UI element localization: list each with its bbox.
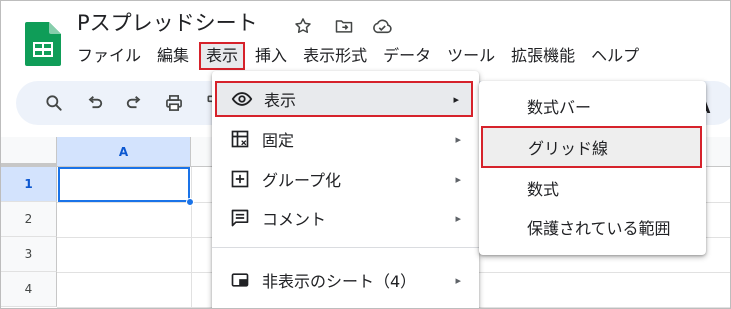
fill-handle[interactable]: [186, 198, 194, 206]
row-header-1[interactable]: 1: [1, 167, 57, 202]
column-header-a[interactable]: A: [57, 137, 191, 167]
view-menu-item-show[interactable]: 表示 ▸: [215, 81, 473, 117]
view-menu-item-comments[interactable]: コメント ▸: [212, 199, 479, 237]
menu-bar: ファイル 編集 表示 挿入 表示形式 データ ツール 拡張機能 ヘルプ: [69, 41, 647, 71]
menu-insert[interactable]: 挿入: [247, 42, 295, 70]
submenu-arrow-icon: ▸: [453, 92, 459, 106]
document-title[interactable]: Pスプレッドシート: [77, 10, 258, 36]
submenu-item-gridlines[interactable]: グリッド線: [481, 126, 702, 168]
freeze-icon: [229, 128, 251, 150]
submenu-item-label: グリッド線: [528, 139, 609, 158]
view-menu-item-label: 表示: [264, 91, 297, 110]
view-menu-item-label: 非表示のシート（4）: [262, 272, 417, 291]
menu-view[interactable]: 表示: [199, 42, 246, 70]
menu-help[interactable]: ヘルプ: [583, 42, 647, 70]
comment-icon: [229, 207, 251, 229]
view-menu-item-label: 固定: [262, 131, 295, 150]
row-header-2[interactable]: 2: [1, 202, 57, 237]
view-menu-item-hidden-sheets[interactable]: 非表示のシート（4） ▸: [212, 261, 479, 299]
show-submenu: 数式バー グリッド線 数式 保護されている範囲: [479, 81, 706, 255]
submenu-arrow-icon: ▸: [455, 132, 461, 146]
cloud-saved-icon[interactable]: [370, 14, 394, 38]
column-divider: [191, 167, 192, 308]
row-header-4[interactable]: 4: [1, 272, 57, 307]
select-all-corner[interactable]: [1, 137, 57, 167]
view-menu-item-freeze[interactable]: 固定 ▸: [212, 120, 479, 158]
submenu-item-formulas[interactable]: 数式: [479, 169, 706, 207]
menu-extensions[interactable]: 拡張機能: [503, 42, 583, 70]
menu-data[interactable]: データ: [375, 42, 439, 70]
view-menu-item-label: コメント: [262, 210, 327, 229]
submenu-arrow-icon: ▸: [455, 172, 461, 186]
redo-icon[interactable]: [122, 91, 146, 115]
print-icon[interactable]: [162, 91, 186, 115]
menu-tools[interactable]: ツール: [439, 42, 503, 70]
row-header-3[interactable]: 3: [1, 237, 57, 272]
submenu-item-protected-ranges[interactable]: 保護されている範囲: [479, 208, 706, 246]
view-menu-item-group[interactable]: グループ化 ▸: [212, 160, 479, 198]
menu-file[interactable]: ファイル: [69, 42, 149, 70]
submenu-arrow-icon: ▸: [455, 211, 461, 225]
undo-icon[interactable]: [83, 91, 107, 115]
search-icon[interactable]: [42, 91, 66, 115]
submenu-arrow-icon: ▸: [455, 273, 461, 287]
star-icon[interactable]: [291, 14, 315, 38]
sheets-logo-icon[interactable]: [25, 22, 61, 66]
menu-edit[interactable]: 編集: [149, 42, 197, 70]
submenu-item-label: 数式バー: [527, 98, 592, 117]
submenu-item-formula-bar[interactable]: 数式バー: [479, 87, 706, 125]
move-to-folder-icon[interactable]: [332, 14, 356, 38]
view-menu-item-label: グループ化: [262, 171, 342, 190]
submenu-item-label: 保護されている範囲: [527, 219, 671, 238]
menu-divider: [212, 247, 479, 248]
submenu-item-label: 数式: [527, 180, 560, 199]
menu-format[interactable]: 表示形式: [295, 42, 375, 70]
view-menu-dropdown: 表示 ▸ 固定 ▸ グループ化 ▸ コメント ▸ 非表示のシート（4） ▸: [212, 71, 479, 308]
cell-a1-selected[interactable]: [58, 167, 190, 202]
window: Pスプレッドシート ファイル 編集 表示 挿入 表示形式 データ ツール 拡張機…: [0, 0, 731, 309]
hidden-sheets-icon: [229, 269, 251, 291]
group-icon: [229, 168, 251, 190]
eye-icon: [231, 88, 253, 110]
